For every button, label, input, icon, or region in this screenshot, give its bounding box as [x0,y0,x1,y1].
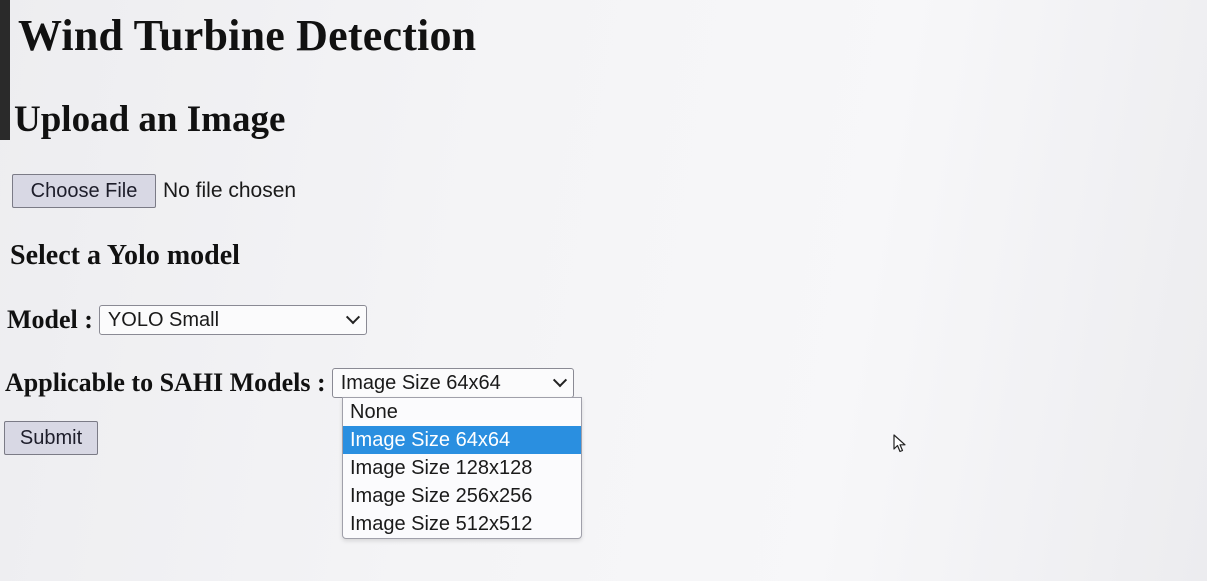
model-heading: Select a Yolo model [10,240,240,271]
sahi-field: Applicable to SAHI Models : Image Size 6… [5,368,574,398]
choose-file-button[interactable]: Choose File [12,174,156,208]
option-image-size-256[interactable]: Image Size 256x256 [343,482,581,510]
model-field: Model : YOLO Small [7,305,367,335]
option-image-size-64[interactable]: Image Size 64x64 [343,426,581,454]
option-none[interactable]: None [343,398,581,426]
page: Wind Turbine Detection Upload an Image C… [0,0,1207,581]
chevron-down-icon [552,373,567,388]
model-select-value: YOLO Small [107,308,220,331]
file-input: Choose File No file chosen [12,174,296,208]
upload-heading: Upload an Image [14,99,286,140]
model-select[interactable]: YOLO Small [98,305,367,335]
option-image-size-128[interactable]: Image Size 128x128 [343,454,581,482]
sahi-select[interactable]: Image Size 64x64 [331,368,574,398]
submit-button[interactable]: Submit [4,421,98,455]
mouse-pointer-icon [893,434,906,453]
sahi-options-list: None Image Size 64x64 Image Size 128x128… [342,397,582,539]
sahi-label: Applicable to SAHI Models : [5,368,326,397]
chevron-down-icon [345,310,360,325]
window-edge [0,0,10,140]
model-label: Model : [7,305,93,334]
sahi-select-value: Image Size 64x64 [340,371,501,394]
option-image-size-512[interactable]: Image Size 512x512 [343,510,581,538]
file-status-text: No file chosen [163,179,297,202]
page-title: Wind Turbine Detection [18,11,477,60]
